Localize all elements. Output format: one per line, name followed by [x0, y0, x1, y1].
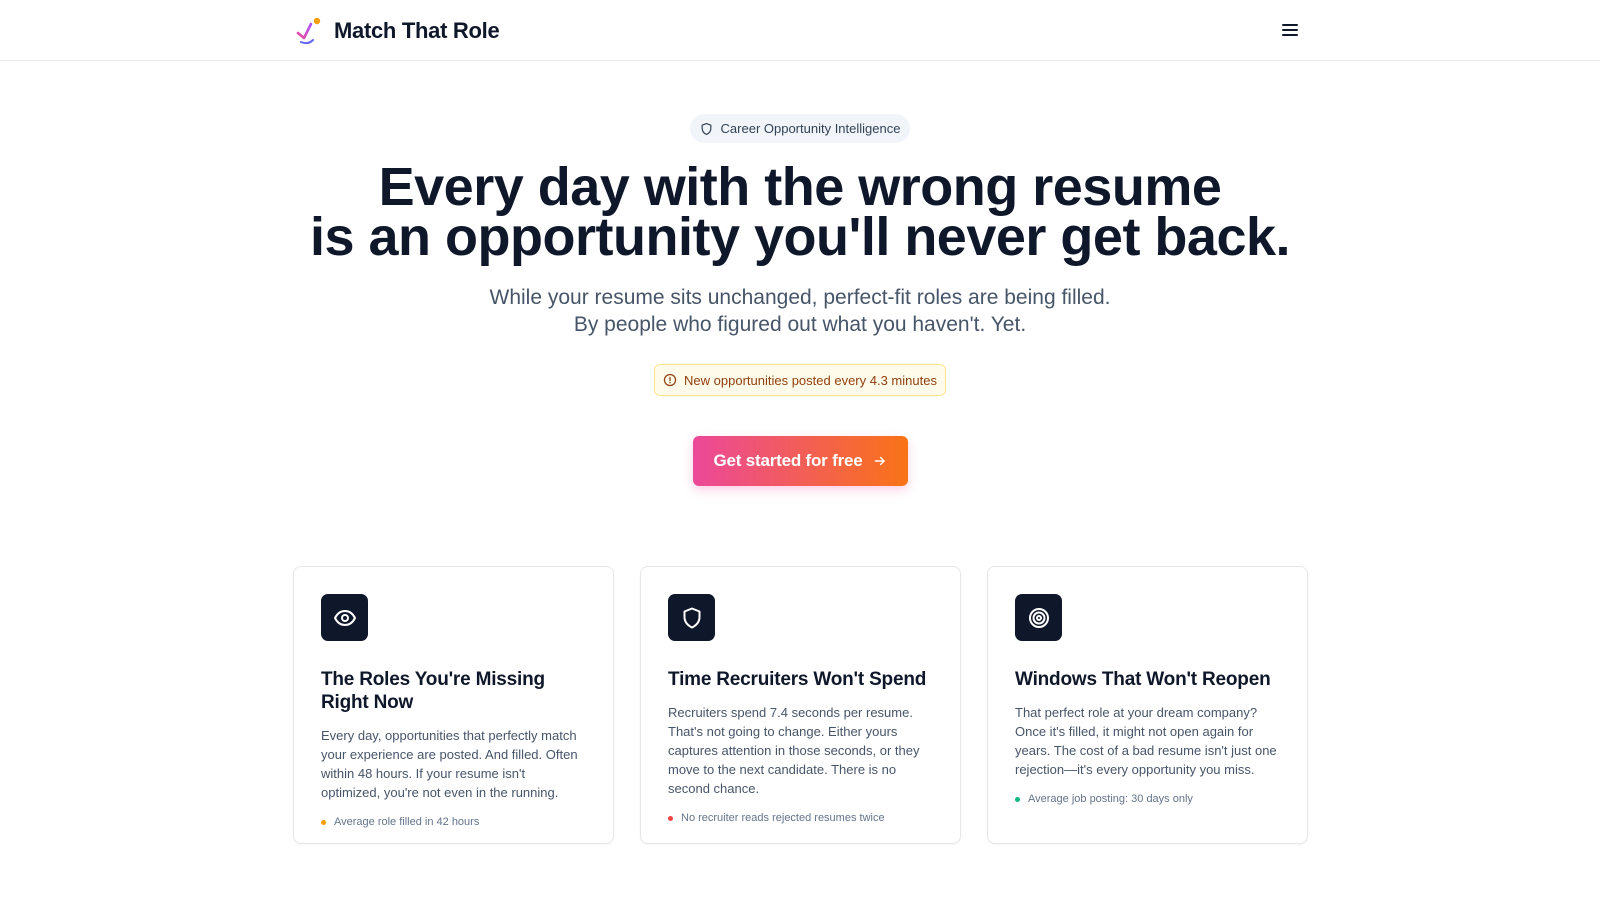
hero-title: Every day with the wrong resume is an op…	[0, 157, 1600, 267]
card-body: Recruiters spend 7.4 seconds per resume.…	[668, 705, 920, 796]
hero-subtitle-line1: While your resume sits unchanged, perfec…	[489, 286, 1111, 309]
alert-circle-icon	[663, 373, 677, 387]
feature-card-missing-roles: The Roles You're Missing Right Now Every…	[293, 566, 614, 844]
card-note-text: Average job posting: 30 days only	[1028, 793, 1193, 805]
card-icon-box	[321, 594, 368, 641]
shield-icon	[701, 122, 711, 135]
hero-title-line2: is an opportunity you'll never get back.	[309, 207, 1291, 267]
brand-name: Match That Role	[334, 18, 500, 43]
card-note: No recruiter reads rejected resumes twic…	[668, 812, 933, 824]
badge-text: Career Opportunity Intelligence	[720, 121, 901, 136]
hero-subtitle-line2: By people who figured out what you haven…	[573, 313, 1027, 336]
checkmark-spark-logo-icon	[296, 17, 321, 45]
hero-title-line1: Every day with the wrong resume	[378, 157, 1222, 217]
feature-card-recruiter-time: Time Recruiters Won't Spend Recruiters s…	[640, 566, 961, 844]
card-body: Every day, opportunities that perfectly …	[321, 728, 578, 800]
site-header: Match That Role	[0, 0, 1600, 61]
feature-card-windows: Windows That Won't Reopen That perfect r…	[987, 566, 1308, 844]
cta-label: Get started for free	[713, 451, 863, 470]
category-badge: Career Opportunity Intelligence	[690, 114, 910, 143]
brand-home-link[interactable]: Match That Role	[296, 16, 500, 46]
card-title: The Roles You're Missing Right Now	[321, 669, 545, 713]
card-note-text: Average role filled in 42 hours	[334, 816, 480, 828]
card-note-text: No recruiter reads rejected resumes twic…	[681, 812, 885, 824]
card-title: Windows That Won't Reopen	[1015, 669, 1271, 690]
card-body: That perfect role at your dream company?…	[1015, 705, 1277, 777]
status-dot-icon	[1015, 796, 1020, 802]
hero-subtitle: While your resume sits unchanged, perfec…	[0, 284, 1600, 338]
status-dot-icon	[321, 819, 326, 825]
hamburger-menu-icon	[1282, 24, 1298, 36]
card-title: Time Recruiters Won't Spend	[668, 669, 927, 690]
card-icon-box	[1015, 594, 1062, 641]
eye-icon	[333, 609, 356, 626]
status-dot-icon	[668, 815, 673, 821]
target-icon	[1028, 607, 1049, 628]
feature-cards: The Roles You're Missing Right Now Every…	[293, 566, 1308, 844]
arrow-right-icon	[874, 456, 885, 466]
menu-button[interactable]	[1277, 18, 1303, 42]
card-icon-box	[668, 594, 715, 641]
card-note: Average job posting: 30 days only	[1015, 793, 1280, 805]
get-started-button[interactable]: Get started for free	[692, 436, 908, 486]
alert-text: New opportunities posted every 4.3 minut…	[684, 372, 937, 388]
opportunity-alert: New opportunities posted every 4.3 minut…	[654, 364, 946, 396]
shield-icon	[683, 607, 700, 628]
card-note: Average role filled in 42 hours	[321, 816, 586, 828]
